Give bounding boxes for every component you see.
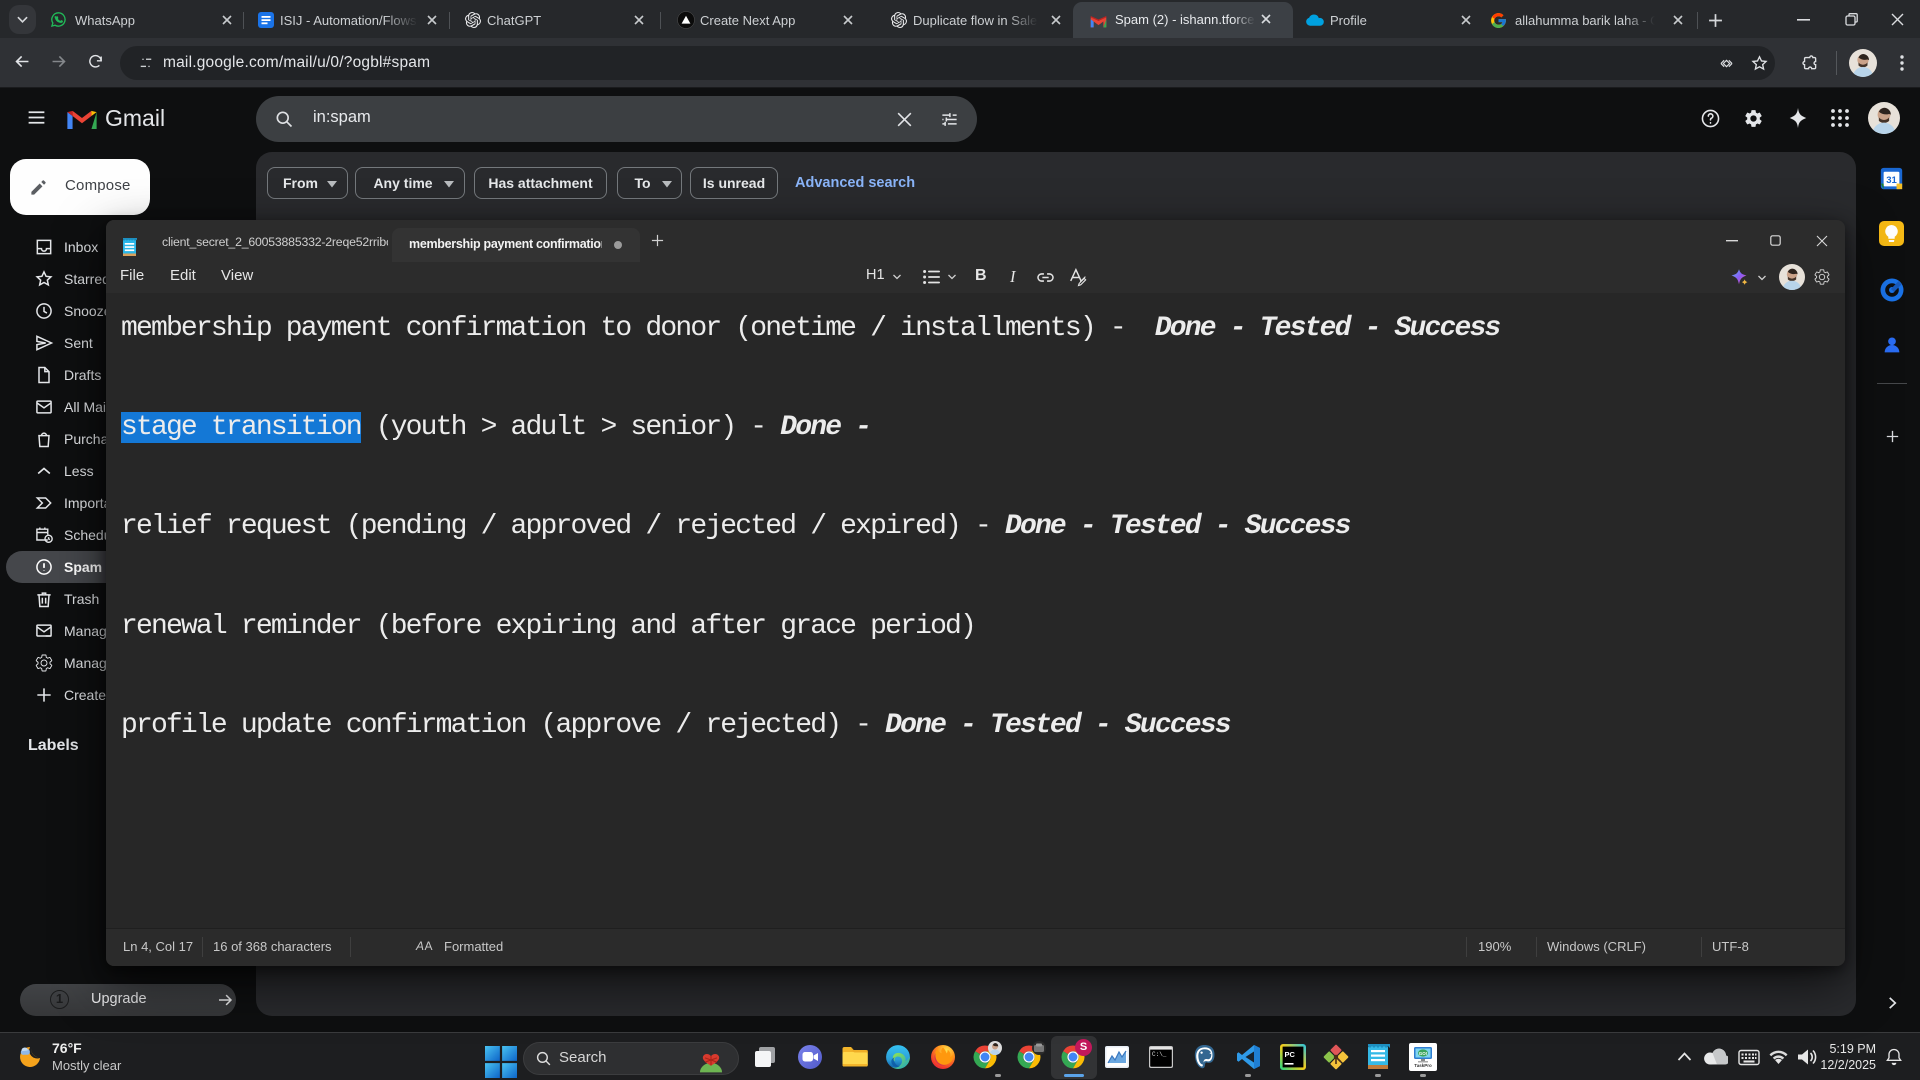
svg-text:PC: PC — [1285, 1050, 1296, 1059]
svg-text:C:\_: C:\_ — [1152, 1051, 1167, 1058]
svg-text:GO!: GO! — [1419, 1051, 1428, 1056]
svg-text:31: 31 — [1886, 175, 1897, 186]
